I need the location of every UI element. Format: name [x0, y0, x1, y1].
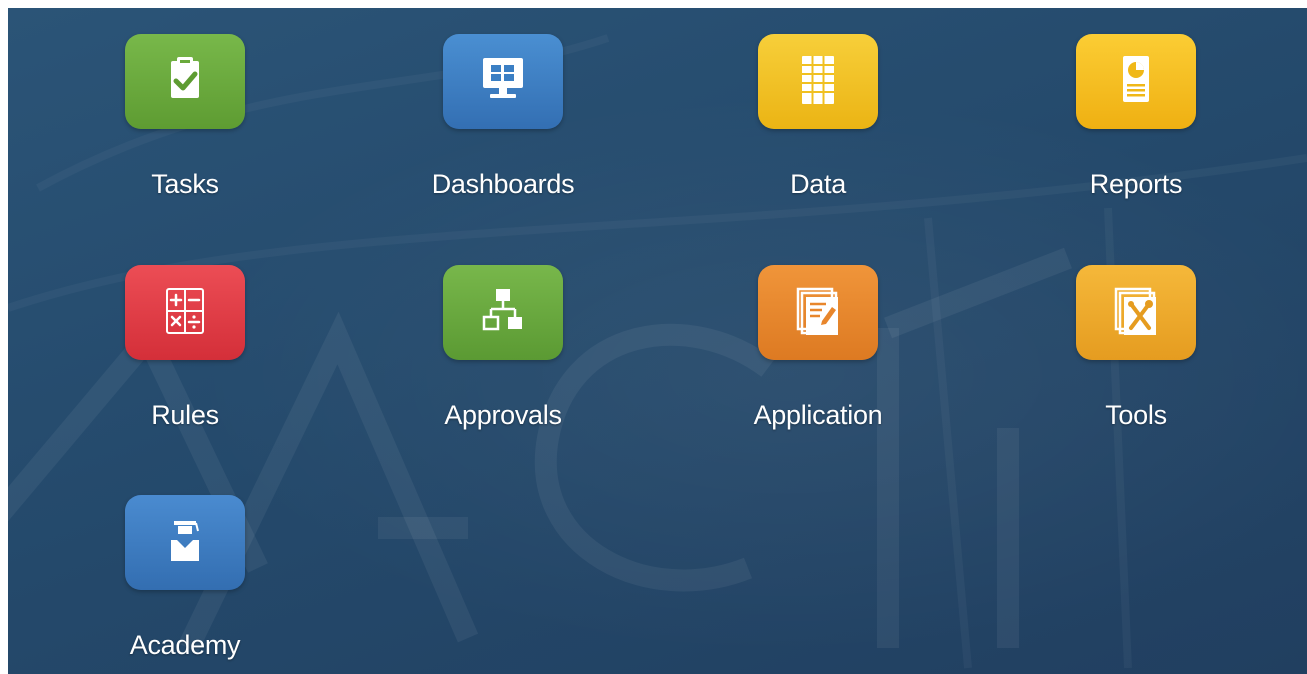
- tile-label: Tasks: [151, 169, 219, 199]
- tile-label: Academy: [129, 630, 241, 660]
- tools-icon: [1076, 265, 1196, 360]
- tile-label: Data: [790, 169, 846, 199]
- tools-tile[interactable]: Tools: [1036, 265, 1196, 465]
- report-icon: [1076, 34, 1196, 129]
- application-tile[interactable]: Application: [718, 265, 883, 465]
- application-icon: [758, 265, 878, 360]
- hierarchy-icon: [443, 265, 563, 360]
- rules-tile[interactable]: Rules: [85, 265, 245, 465]
- academy-tile[interactable]: Academy: [85, 495, 245, 674]
- graduate-icon: [125, 495, 245, 590]
- approvals-tile[interactable]: Approvals: [403, 265, 563, 465]
- home-panel: Tasks Dashboards Data Reports Rules Appr…: [8, 8, 1307, 674]
- calculator-icon: [125, 265, 245, 360]
- tile-label: Dashboards: [431, 169, 575, 199]
- tile-label: Application: [753, 400, 883, 430]
- dashboards-tile[interactable]: Dashboards: [403, 34, 575, 234]
- tile-label: Tools: [1105, 400, 1167, 430]
- tile-label: Reports: [1089, 169, 1183, 199]
- clipboard-check-icon: [125, 34, 245, 129]
- grid-icon: [758, 34, 878, 129]
- reports-tile[interactable]: Reports: [1036, 34, 1196, 234]
- tile-label: Approvals: [444, 400, 562, 430]
- data-tile[interactable]: Data: [718, 34, 878, 234]
- tasks-tile[interactable]: Tasks: [85, 34, 245, 234]
- tile-label: Rules: [151, 400, 219, 430]
- monitor-icon: [443, 34, 563, 129]
